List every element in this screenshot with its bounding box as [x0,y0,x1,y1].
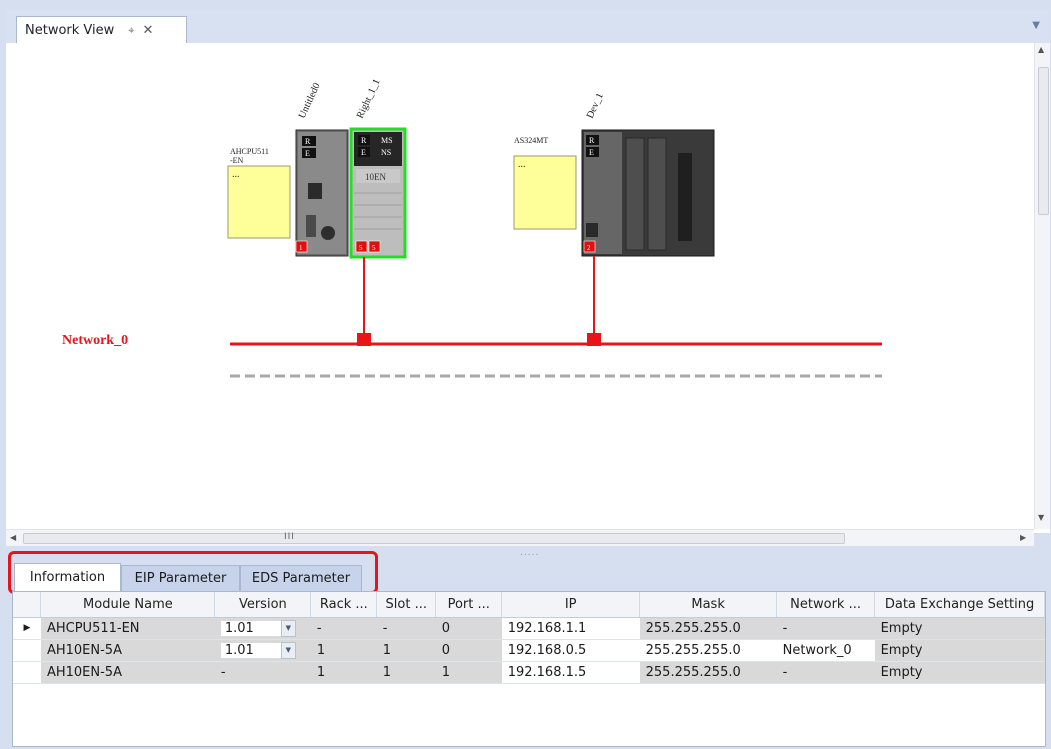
scroll-left-icon[interactable]: ◀ [10,533,16,542]
network-diagram: Untitled0 Right_1_1 Dev_1 AHCPU511 -EN .… [62,77,882,378]
col-rack[interactable]: Rack ... [310,592,378,618]
module-label-as324mt: AS324MT [514,136,548,145]
cell-version[interactable]: 1.01 ▼ [214,639,311,662]
version-field[interactable]: 1.01 [220,620,281,636]
scroll-down-icon[interactable]: ▼ [1038,513,1044,522]
cell-network[interactable]: Network_0 [776,639,875,662]
row-selector [13,639,41,662]
status-e-as324mt: E [589,148,594,157]
module-label-ahcpu511-suffix: -EN [230,156,244,165]
row-selected-icon: ▶ [13,617,41,640]
cell-ip[interactable]: 192.168.1.1 [501,617,640,640]
scroll-up-icon[interactable]: ▲ [1038,45,1044,54]
cell-data-exchange[interactable]: Empty [874,661,1045,684]
rack-name-right-1-1: Right_1_1 [355,77,383,120]
status-ns: NS [381,148,391,157]
cell-rack[interactable]: 1 [310,639,377,662]
table-row[interactable]: AH10EN-5A 1.01 ▼ 1 1 0 192.168.0.5 255.25… [13,639,1045,662]
row-selector [13,661,41,684]
cell-mask[interactable]: 255.255.255.0 [639,639,777,662]
cell-port[interactable]: 1 [435,661,502,684]
module-info-grid[interactable]: Module Name Version Rack ... Slot ... Po… [12,591,1046,747]
cell-network[interactable]: - [776,661,875,684]
network-label: Network_0 [62,333,128,348]
version-dropdown-icon[interactable]: ▼ [280,619,296,637]
col-module-name[interactable]: Module Name [40,592,216,618]
vertical-scroll-thumb[interactable] [1038,67,1049,215]
scroll-grip: III [284,532,295,542]
row-selector-header [13,592,42,618]
tab-title: Network View [25,23,115,38]
cell-rack[interactable]: 1 [310,661,377,684]
network-view-window: Network View ⌖ ✕ ▼ Untitled0 Right_1_1 D… [0,0,1051,749]
status-ms: MS [381,136,393,145]
cell-module[interactable]: AH10EN-5A [40,661,215,684]
cell-version[interactable]: 1.01 ▼ [214,617,311,640]
note-dots-cpu: ... [232,169,240,180]
col-slot[interactable]: Slot ... [376,592,437,618]
col-mask[interactable]: Mask [639,592,778,618]
status-r-cpu: R [305,137,311,146]
close-icon[interactable]: ✕ [142,23,153,38]
scroll-right-icon[interactable]: ▶ [1020,533,1026,542]
version-dropdown-icon[interactable]: ▼ [280,641,296,659]
version-field[interactable]: 1.01 [220,642,281,658]
cell-mask[interactable]: 255.255.255.0 [639,617,777,640]
status-e-cpu: E [305,149,310,158]
cell-mask[interactable]: 255.255.255.0 [639,661,777,684]
network-canvas[interactable]: Untitled0 Right_1_1 Dev_1 AHCPU511 -EN .… [6,43,1050,533]
rack-name-dev-1: Dev_1 [585,91,606,120]
module-label-ahcpu511: AHCPU511 [230,147,269,156]
cell-data-exchange[interactable]: Empty [874,639,1045,662]
port-badge-10en-a: 5 [359,244,363,252]
chevron-down-icon[interactable]: ▼ [1032,20,1040,31]
table-row[interactable]: AH10EN-5A - 1 1 1 192.168.1.5 255.255.25… [13,661,1045,684]
tab-network-view[interactable]: Network View ⌖ ✕ [16,16,187,44]
status-r-10en: R [361,136,367,145]
cell-slot[interactable]: 1 [376,639,436,662]
cell-rack[interactable]: - [310,617,377,640]
note-dots-as324mt: ... [518,159,526,170]
port-badge-10en-b: 5 [372,244,376,252]
highlight-annotation [8,551,378,594]
col-version[interactable]: Version [214,592,312,618]
cell-slot[interactable]: - [376,617,436,640]
cell-network[interactable]: - [776,617,875,640]
table-header-row: Module Name Version Rack ... Slot ... Po… [13,592,1045,618]
status-e-10en: E [361,148,366,157]
cell-module[interactable]: AHCPU511-EN [40,617,215,640]
cell-port[interactable]: 0 [435,617,502,640]
port-badge-cpu: 1 [299,244,303,252]
col-ip[interactable]: IP [501,592,641,618]
splitter-grip: ..... [520,548,540,558]
pin-icon[interactable]: ⌖ [128,24,134,38]
cell-ip[interactable]: 192.168.1.5 [501,661,640,684]
port-badge-as324mt: 2 [587,244,591,252]
as324mt-device[interactable]: R E 2 [581,129,715,257]
module-label-10en: 10EN [365,172,386,182]
module-table: Module Name Version Rack ... Slot ... Po… [13,592,1045,684]
col-port[interactable]: Port ... [435,592,503,618]
horizontal-scroll-thumb[interactable]: III [23,532,845,544]
cpu-module[interactable]: R E 1 [295,129,349,257]
cell-port[interactable]: 0 [435,639,502,662]
ethernet-module-10en[interactable]: R E MS NS 10EN 5 5 [349,127,407,259]
rack-name-untitled0: Untitled0 [297,81,323,120]
cell-version[interactable]: - [214,661,311,684]
vertical-scrollbar[interactable]: ▲ ▼ [1034,43,1050,529]
cell-module[interactable]: AH10EN-5A [40,639,215,662]
document-tab-strip: Network View ⌖ ✕ ▼ [6,10,1050,44]
cell-data-exchange[interactable]: Empty [874,617,1045,640]
horizontal-scrollbar[interactable]: ◀ III ▶ [6,529,1034,546]
cell-ip[interactable]: 192.168.0.5 [501,639,640,662]
table-row[interactable]: ▶ AHCPU511-EN 1.01 ▼ - - 0 192.168.1.1 25… [13,617,1045,640]
col-data-exchange[interactable]: Data Exchange Setting [874,592,1045,618]
properties-panel: Information EIP Parameter EDS Parameter … [6,551,1050,749]
col-network[interactable]: Network ... [776,592,876,618]
cell-slot[interactable]: 1 [376,661,436,684]
status-r-as324mt: R [589,136,595,145]
